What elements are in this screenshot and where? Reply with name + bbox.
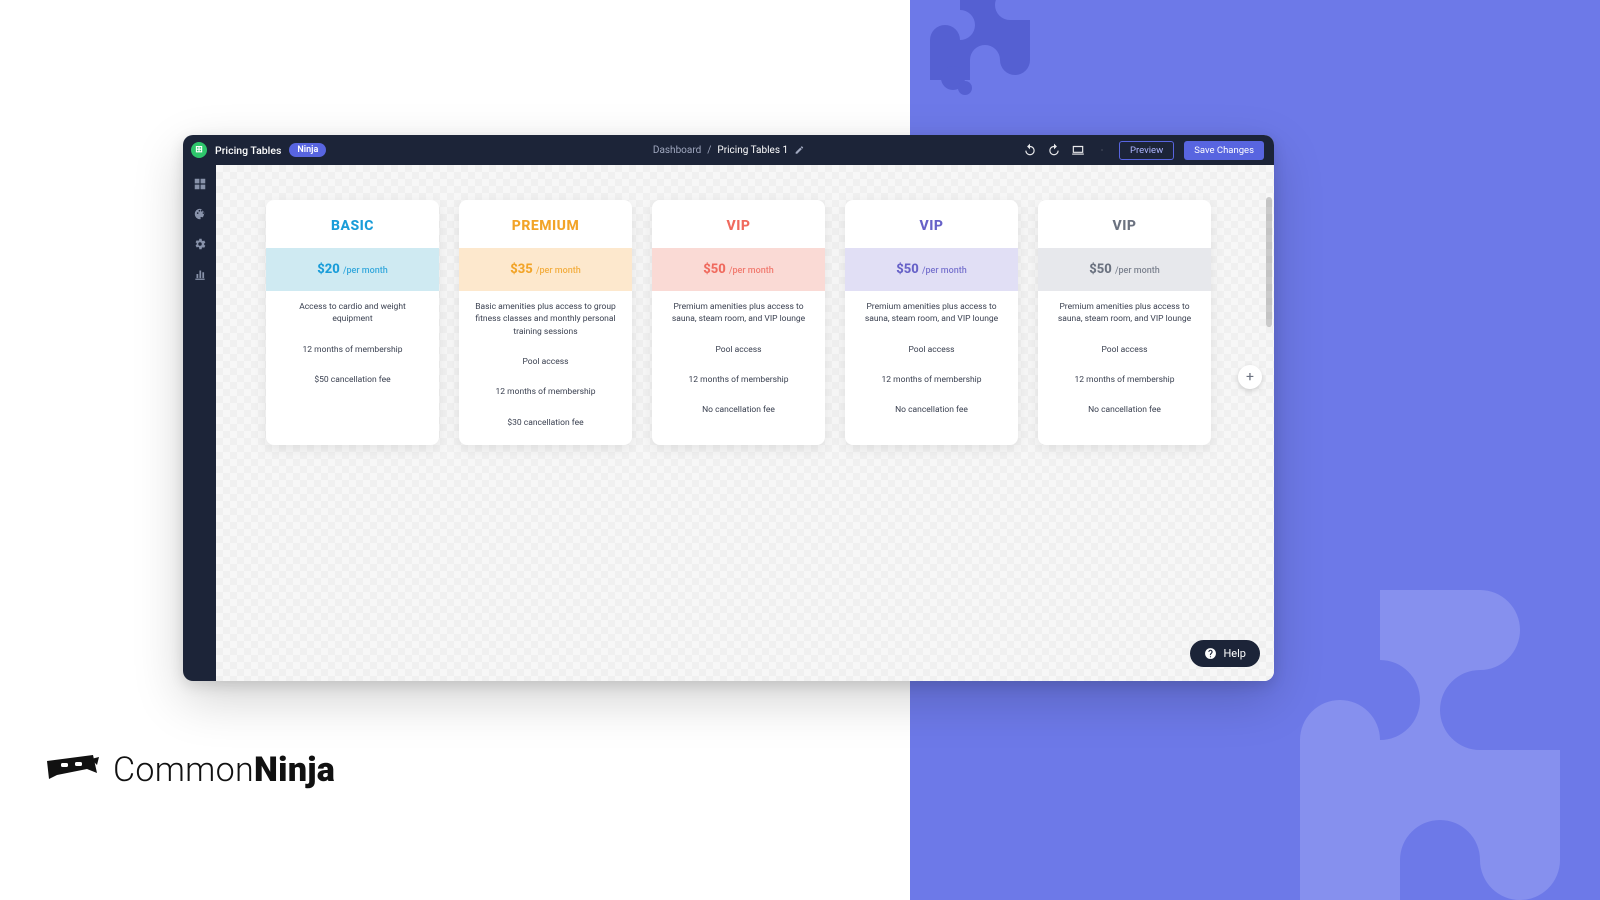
plan-name: VIP [652, 200, 825, 248]
brand-text-light: Common [113, 750, 254, 790]
help-icon [1204, 647, 1217, 660]
feature-item: Premium amenities plus access to sauna, … [861, 301, 1002, 326]
pricing-card[interactable]: VIP$50 /per monthPremium amenities plus … [652, 200, 825, 445]
plan-price: $20 /per month [266, 248, 439, 291]
undo-icon[interactable] [1023, 143, 1037, 157]
app-window: ⊞ Pricing Tables Ninja Dashboard / Prici… [183, 135, 1274, 681]
devices-icon[interactable] [1071, 143, 1085, 157]
pricing-card[interactable]: BASIC$20 /per monthAccess to cardio and … [266, 200, 439, 445]
plan-price: $50 /per month [1038, 248, 1211, 291]
feature-item: 12 months of membership [1054, 374, 1195, 386]
price-value: $35 [510, 262, 536, 277]
feature-item: Basic amenities plus access to group fit… [475, 301, 616, 338]
pricing-card[interactable]: PREMIUM$35 /per monthBasic amenities plu… [459, 200, 632, 445]
plan-badge: Ninja [289, 143, 326, 157]
feature-item: Pool access [1054, 344, 1195, 356]
feature-item: Access to cardio and weight equipment [282, 301, 423, 326]
plan-name: PREMIUM [459, 200, 632, 248]
feature-item: No cancellation fee [668, 404, 809, 416]
plan-name: VIP [1038, 200, 1211, 248]
price-unit: /per month [536, 266, 581, 276]
ninja-mask-icon [45, 755, 99, 785]
plan-features: Access to cardio and weight equipment 12 … [266, 291, 439, 402]
app-title: Pricing Tables [215, 144, 281, 157]
feature-item: Premium amenities plus access to sauna, … [1054, 301, 1195, 326]
pricing-card[interactable]: VIP$50 /per monthPremium amenities plus … [845, 200, 1018, 445]
add-column-button[interactable]: + [1238, 365, 1262, 389]
plan-price: $50 /per month [845, 248, 1018, 291]
price-unit: /per month [729, 266, 774, 276]
save-changes-button[interactable]: Save Changes [1184, 141, 1264, 160]
plan-name: VIP [845, 200, 1018, 248]
breadcrumb-separator: / [707, 145, 711, 156]
feature-item: $30 cancellation fee [475, 417, 616, 429]
feature-item: 12 months of membership [475, 386, 616, 398]
pricing-cards-row: BASIC$20 /per monthAccess to cardio and … [216, 165, 1274, 480]
help-label: Help [1223, 647, 1246, 660]
puzzle-shape-large-icon [1300, 510, 1600, 900]
feature-item: Pool access [861, 344, 1002, 356]
layout-icon[interactable] [193, 177, 207, 191]
price-value: $50 [896, 262, 922, 277]
feature-item: No cancellation fee [861, 404, 1002, 416]
plan-name: BASIC [266, 200, 439, 248]
feature-item: Pool access [668, 344, 809, 356]
breadcrumb: Dashboard / Pricing Tables 1 [653, 145, 804, 156]
preview-button[interactable]: Preview [1119, 141, 1174, 160]
edit-icon[interactable] [794, 145, 804, 155]
feature-item: $50 cancellation fee [282, 374, 423, 386]
plan-features: Premium amenities plus access to sauna, … [845, 291, 1018, 433]
pricing-card[interactable]: VIP$50 /per monthPremium amenities plus … [1038, 200, 1211, 445]
breadcrumb-root[interactable]: Dashboard [653, 145, 701, 156]
price-value: $50 [1089, 262, 1115, 277]
redo-icon[interactable] [1047, 143, 1061, 157]
breadcrumb-current[interactable]: Pricing Tables 1 [717, 145, 788, 156]
brand-text-bold: Ninja [254, 750, 335, 790]
price-unit: /per month [343, 266, 388, 276]
plan-features: Premium amenities plus access to sauna, … [1038, 291, 1211, 433]
app-logo-icon: ⊞ [191, 142, 207, 158]
help-button[interactable]: Help [1190, 640, 1260, 667]
palette-icon[interactable] [193, 207, 207, 221]
plan-price: $35 /per month [459, 248, 632, 291]
vertical-scrollbar[interactable] [1266, 197, 1272, 679]
feature-item: Pool access [475, 356, 616, 368]
code-icon[interactable] [1095, 143, 1109, 157]
gear-icon[interactable] [193, 237, 207, 251]
feature-item: 12 months of membership [282, 344, 423, 356]
feature-item: 12 months of membership [668, 374, 809, 386]
blob-icon [935, 60, 975, 100]
price-value: $20 [317, 262, 343, 277]
price-value: $50 [703, 262, 729, 277]
analytics-icon[interactable] [193, 267, 207, 281]
scrollbar-thumb[interactable] [1266, 197, 1272, 327]
product-logo: CommonNinja [45, 750, 335, 790]
feature-item: No cancellation fee [1054, 404, 1195, 416]
feature-item: 12 months of membership [861, 374, 1002, 386]
editor-canvas[interactable]: BASIC$20 /per monthAccess to cardio and … [216, 165, 1274, 681]
plan-features: Basic amenities plus access to group fit… [459, 291, 632, 445]
sidebar [183, 165, 216, 681]
plan-price: $50 /per month [652, 248, 825, 291]
topbar: ⊞ Pricing Tables Ninja Dashboard / Prici… [183, 135, 1274, 165]
plan-features: Premium amenities plus access to sauna, … [652, 291, 825, 433]
price-unit: /per month [1115, 266, 1160, 276]
price-unit: /per month [922, 266, 967, 276]
feature-item: Premium amenities plus access to sauna, … [668, 301, 809, 326]
